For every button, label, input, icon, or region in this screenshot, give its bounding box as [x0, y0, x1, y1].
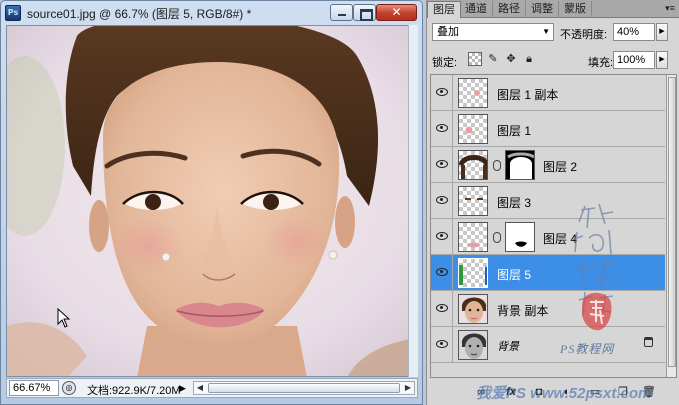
opacity-slider-toggle[interactable]: ▶ — [656, 23, 668, 41]
document-title-bar[interactable]: Ps source01.jpg @ 66.7% (图层 5, RGB/8#) *… — [1, 1, 422, 25]
layer-row[interactable]: 背景 — [431, 327, 665, 363]
tab-adjustments[interactable]: 调整 — [526, 1, 559, 18]
layer-name[interactable]: 图层 1 — [497, 122, 531, 139]
visibility-toggle[interactable] — [431, 255, 453, 290]
panel-menu-icon[interactable]: ▾≡ — [664, 3, 676, 13]
lock-transparency-icon[interactable] — [468, 52, 482, 66]
layer-name[interactable]: 背景 副本 — [497, 302, 548, 319]
eye-icon — [436, 160, 448, 168]
visibility-toggle[interactable] — [431, 183, 453, 218]
chevron-down-icon: ▼ — [542, 27, 550, 36]
lock-pixels-icon[interactable]: ✎ — [486, 52, 500, 66]
panel-footer: ∞ fx ◘ ◐ ▭ ❐ 🗑︎ — [427, 380, 679, 405]
maximize-button[interactable] — [353, 4, 376, 21]
layer-thumbnail[interactable] — [458, 222, 488, 252]
adjustment-icon[interactable]: ◐ — [559, 385, 575, 400]
layer-name[interactable]: 背景 — [497, 338, 519, 354]
new-layer-icon[interactable]: ❐ — [615, 385, 631, 400]
minimize-button[interactable] — [330, 4, 353, 21]
layer-mask-thumbnail[interactable] — [505, 150, 535, 180]
link-mask-icon[interactable] — [493, 232, 501, 243]
layer-lock-icon — [644, 337, 653, 347]
tab-paths[interactable]: 路径 — [493, 1, 526, 18]
fill-slider-toggle[interactable]: ▶ — [656, 51, 668, 69]
trash-icon[interactable]: 🗑︎ — [641, 385, 657, 400]
opacity-input[interactable]: 40% — [613, 23, 655, 41]
panel-tab-bar: 图层 通道 路径 调整 蒙版 ▾≡ — [427, 0, 679, 18]
fill-input[interactable]: 100% — [613, 51, 655, 69]
layer-name[interactable]: 图层 4 — [543, 230, 577, 247]
opacity-label: 不透明度: — [560, 29, 608, 41]
fx-icon[interactable]: fx — [503, 385, 519, 400]
blend-mode-select[interactable]: 叠加 ▼ — [432, 23, 554, 41]
horizontal-scrollbar[interactable]: ◀ ▶ — [193, 381, 415, 395]
status-menu-arrow-icon[interactable]: ▶ — [179, 382, 189, 394]
zoom-level-field[interactable]: 66.67% — [9, 380, 59, 396]
visibility-toggle[interactable] — [431, 219, 453, 254]
link-mask-icon[interactable] — [493, 160, 501, 171]
layer-mask-thumbnail[interactable] — [505, 222, 535, 252]
layer-row[interactable]: 图层 5 — [431, 255, 665, 291]
tab-channels[interactable]: 通道 — [460, 1, 493, 18]
lock-all-icon[interactable]: 🔒︎ — [522, 52, 536, 66]
visibility-toggle[interactable] — [431, 75, 453, 110]
layer-row[interactable]: 图层 2 — [431, 147, 665, 183]
layer-name[interactable]: 图层 3 — [497, 194, 531, 211]
document-size-info: 文档:922.9K/7.20M — [87, 385, 181, 397]
eye-icon — [436, 88, 448, 96]
lock-position-icon[interactable]: ✥ — [504, 52, 518, 66]
layers-panel: 图层 通道 路径 调整 蒙版 ▾≡ 叠加 ▼ 不透明度: 40% ▶ 锁定: ✎… — [426, 0, 679, 405]
layer-name[interactable]: 图层 2 — [543, 158, 577, 175]
image-canvas[interactable] — [6, 25, 418, 377]
link-icon[interactable]: ∞ — [473, 385, 489, 400]
group-icon[interactable]: ▭ — [587, 385, 603, 400]
eye-icon — [436, 340, 448, 348]
document-title: source01.jpg @ 66.7% (图层 5, RGB/8#) * — [27, 7, 252, 21]
tab-masks[interactable]: 蒙版 — [559, 1, 592, 18]
scroll-thumb[interactable] — [208, 383, 400, 393]
layer-thumbnail[interactable] — [458, 330, 488, 360]
close-icon: ✕ — [391, 5, 402, 19]
layer-row[interactable]: 图层 1 副本 — [431, 75, 665, 111]
layers-scroll-thumb[interactable] — [668, 77, 676, 367]
layers-list: 图层 1 副本 图层 1 图层 2 图层 3 图层 4 图层 5 背景 副本 背… — [430, 74, 677, 378]
visibility-toggle[interactable] — [431, 327, 453, 362]
mouse-pointer-icon — [57, 308, 71, 328]
tab-layers[interactable]: 图层 — [427, 1, 461, 18]
eye-icon — [436, 304, 448, 312]
photoshop-logo-icon: Ps — [5, 5, 21, 21]
layers-scrollbar[interactable] — [666, 75, 676, 377]
vertical-scrollbar[interactable] — [408, 25, 418, 377]
eye-icon — [436, 232, 448, 240]
mask-icon[interactable]: ◘ — [531, 385, 547, 400]
lock-label: 锁定: — [432, 57, 458, 69]
layer-name[interactable]: 图层 5 — [497, 266, 531, 283]
document-window: Ps source01.jpg @ 66.7% (图层 5, RGB/8#) *… — [0, 0, 423, 405]
document-status-bar: 66.67% ◎ 文档:922.9K/7.20M ▶ ◀ ▶ — [6, 378, 418, 398]
visibility-toggle[interactable] — [431, 147, 453, 182]
close-button[interactable]: ✕ — [376, 4, 417, 21]
layer-row[interactable]: 图层 3 — [431, 183, 665, 219]
visibility-toggle[interactable] — [431, 291, 453, 326]
layer-row[interactable]: 背景 副本 — [431, 291, 665, 327]
eye-icon — [436, 196, 448, 204]
blend-mode-value: 叠加 — [437, 26, 459, 38]
layer-thumbnail[interactable] — [458, 150, 488, 180]
eye-icon — [436, 124, 448, 132]
layer-thumbnail[interactable] — [458, 186, 488, 216]
status-info-icon[interactable]: ◎ — [62, 381, 76, 395]
layer-thumbnail[interactable] — [458, 258, 488, 288]
visibility-toggle[interactable] — [431, 111, 453, 146]
layer-row[interactable]: 图层 4 — [431, 219, 665, 255]
fill-label: 填充: — [588, 57, 614, 69]
layer-thumbnail[interactable] — [458, 78, 488, 108]
eye-icon — [436, 268, 448, 276]
layer-thumbnail[interactable] — [458, 114, 488, 144]
layer-thumbnail[interactable] — [458, 294, 488, 324]
layer-row[interactable]: 图层 1 — [431, 111, 665, 147]
layer-name[interactable]: 图层 1 副本 — [497, 86, 558, 103]
scroll-left-icon[interactable]: ◀ — [194, 382, 206, 394]
scroll-right-icon[interactable]: ▶ — [402, 382, 414, 394]
